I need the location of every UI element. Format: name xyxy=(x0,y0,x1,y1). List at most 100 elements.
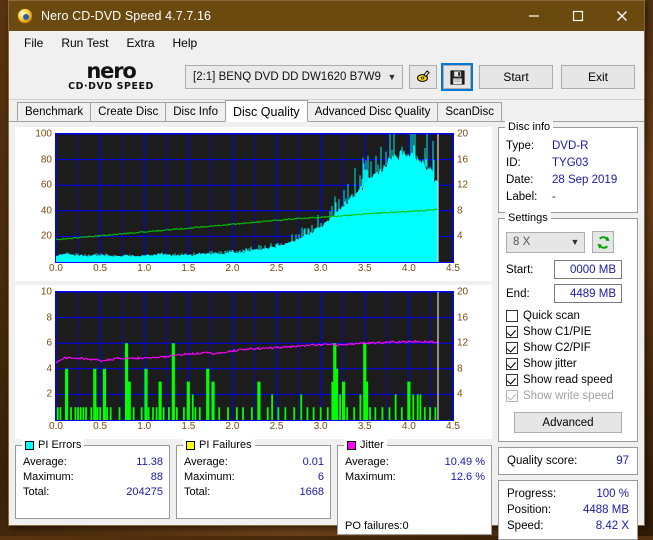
speed-row: Speed: 8.42 X xyxy=(507,518,629,534)
pi-failures-maximum-row: Maximum: 6 xyxy=(184,470,324,485)
po-failures-row: PO failures: 0 xyxy=(337,518,492,535)
menu-item-file[interactable]: File xyxy=(15,33,52,53)
checkbox-quick-scan[interactable]: Quick scan xyxy=(506,308,630,324)
x-axis-tick: 0.5 xyxy=(93,263,108,274)
pi-failures-legend-label: PI Failures xyxy=(199,439,252,451)
pi-failures-stats: PI Failures Average: 0.01 Maximum: 6 Tot… xyxy=(176,439,331,519)
x-axis-tick: 0.5 xyxy=(93,421,108,432)
start-input[interactable]: 0000 MB xyxy=(554,260,622,279)
y2-axis-tick: 8 xyxy=(457,363,463,375)
disc-label-label: Label: xyxy=(506,191,538,203)
progress-label: Progress: xyxy=(507,488,557,500)
pi-failures-total-value: 1668 xyxy=(299,486,324,498)
checkbox-show-jitter[interactable]: Show jitter xyxy=(506,356,630,372)
checkbox-show-c1-pie[interactable]: Show C1/PIE xyxy=(506,324,630,340)
x-axis-tick: 1.0 xyxy=(137,263,152,274)
speed-select[interactable]: 8 X ▼ xyxy=(506,231,585,253)
disc-type-row: Type: DVD-R xyxy=(506,138,630,155)
speed-value: 8.42 X xyxy=(595,520,629,532)
pi-failures-legend: PI Failures xyxy=(183,439,255,451)
y2-axis-tick: 8 xyxy=(457,205,463,217)
disc-info-legend: Disc info xyxy=(505,121,554,133)
menu-item-help[interactable]: Help xyxy=(164,33,207,53)
tab-benchmark[interactable]: Benchmark xyxy=(17,102,92,121)
minimize-icon[interactable] xyxy=(512,1,556,31)
y-axis-tick: 10 xyxy=(40,286,52,298)
disc-id-row: ID: TYG03 xyxy=(506,155,630,172)
x-axis-tick: 1.5 xyxy=(181,421,196,432)
x-axis-tick: 4.5 xyxy=(446,421,460,432)
pi-failures-average-label: Average: xyxy=(184,456,228,468)
close-icon[interactable] xyxy=(600,1,644,31)
y-axis-tick: 4 xyxy=(46,363,52,375)
x-axis-tick: 2.0 xyxy=(225,421,240,432)
disc-id-value: TYG03 xyxy=(552,157,589,169)
checkbox-show-jitter-label: Show jitter xyxy=(523,358,577,370)
eject-disc-icon[interactable] xyxy=(409,65,437,89)
end-label: End: xyxy=(506,287,530,300)
y2-axis-tick: 4 xyxy=(457,230,463,242)
pi-errors-plot-area: 20 40 60 80 100 4 8 12 16 20 0.0 0.5 1.0 1.5 2.0 2.5 3.0… xyxy=(35,129,468,275)
pi-errors-chart: 20 40 60 80 100 4 8 12 16 20 0.0 0.5 1.0 1.5 2.0 2.5 3.0… xyxy=(15,127,492,281)
speed-row: 8 X ▼ xyxy=(506,231,630,253)
checkbox-icon xyxy=(506,358,518,370)
x-axis-tick: 0.0 xyxy=(49,421,63,432)
nero-logo: nero CD·DVD SPEED xyxy=(17,61,185,93)
end-input[interactable]: 4489 MB xyxy=(554,284,622,303)
tab-disc-quality[interactable]: Disc Quality xyxy=(225,100,308,122)
y-axis-tick: 80 xyxy=(40,154,52,166)
y-axis-tick: 6 xyxy=(46,337,52,349)
pi-failures-total-row: Total: 1668 xyxy=(184,485,324,500)
quality-score-label: Quality score: xyxy=(507,455,578,467)
maximize-icon[interactable] xyxy=(556,1,600,31)
exit-button[interactable]: Exit xyxy=(561,65,635,89)
jitter-stats: Jitter Average: 10.49 % Maximum: 12.6 % … xyxy=(337,439,492,535)
pi-errors-average-value: 11.38 xyxy=(136,456,163,468)
pi-errors-legend: PI Errors xyxy=(22,439,85,451)
save-floppy-icon[interactable] xyxy=(441,63,473,91)
tab-scandisc[interactable]: ScanDisc xyxy=(437,102,502,121)
disc-date-row: Date: 28 Sep 2019 xyxy=(506,172,630,189)
drive-select[interactable]: [2:1] BENQ DVD DD DW1620 B7W9 ▼ xyxy=(185,65,403,89)
menu-item-extra[interactable]: Extra xyxy=(117,33,163,53)
refresh-icon[interactable] xyxy=(592,231,614,253)
y2-axis-tick: 20 xyxy=(457,286,469,298)
checkbox-quick-scan-label: Quick scan xyxy=(523,310,580,322)
toolbar: nero CD·DVD SPEED [2:1] BENQ DVD DD DW16… xyxy=(9,55,644,100)
end-row: End: 4489 MB xyxy=(506,284,630,303)
disc-label-value: - xyxy=(552,191,556,203)
y-axis-tick: 8 xyxy=(46,312,52,324)
checkbox-show-c2-pif-label: Show C2/PIF xyxy=(523,342,591,354)
menu-item-run-test[interactable]: Run Test xyxy=(52,33,117,53)
advanced-button[interactable]: Advanced xyxy=(514,412,622,433)
jitter-color-swatch xyxy=(347,440,356,450)
pi-errors-legend-label: PI Errors xyxy=(38,439,82,451)
nero-disc-icon xyxy=(17,8,33,24)
checkbox-show-read-speed[interactable]: Show read speed xyxy=(506,372,630,388)
x-axis-tick: 1.0 xyxy=(137,421,152,432)
checkbox-show-write-speed: Show write speed xyxy=(506,388,630,404)
sidebar: Disc info Type: DVD-R ID: TYG03 Date: 28… xyxy=(498,121,638,540)
tab-advanced-disc-quality[interactable]: Advanced Disc Quality xyxy=(306,102,439,121)
jitter-average-label: Average: xyxy=(345,456,389,468)
checkbox-show-c2-pif[interactable]: Show C2/PIF xyxy=(506,340,630,356)
disc-quality-panel: 20 40 60 80 100 4 8 12 16 20 0.0 0.5 1.0 1.5 2.0 2.5 3.0… xyxy=(9,121,644,540)
x-axis-tick: 3.5 xyxy=(357,263,372,274)
y2-axis-tick: 4 xyxy=(457,388,463,400)
pi-errors-average-row: Average: 11.38 xyxy=(23,455,163,470)
pi-failures-plot-area: 2 4 6 8 10 4 8 12 16 20 0.0 0.5 1.0 1.5 2.0 2.5 3.0 3.5 4.… xyxy=(41,287,468,433)
pi-errors-maximum-label: Maximum: xyxy=(23,471,74,483)
pi-errors-color-swatch xyxy=(25,440,34,450)
settings-panel: Settings 8 X ▼ Start: 0000 MB End: 4489 … xyxy=(498,212,638,442)
y2-axis-tick: 12 xyxy=(457,337,469,349)
progress-panel: Progress: 100 % Position: 4488 MB Speed:… xyxy=(498,480,638,540)
checkbox-icon xyxy=(506,390,518,402)
tab-create-disc[interactable]: Create Disc xyxy=(90,102,167,121)
logo-subtitle: CD·DVD SPEED xyxy=(68,81,154,92)
tab-disc-info[interactable]: Disc Info xyxy=(165,102,226,121)
start-button[interactable]: Start xyxy=(479,65,553,89)
checkbox-icon xyxy=(506,342,518,354)
disc-label-row: Label: - xyxy=(506,189,630,206)
menu-bar: File Run Test Extra Help xyxy=(9,31,644,55)
y2-axis-tick: 16 xyxy=(457,154,469,166)
